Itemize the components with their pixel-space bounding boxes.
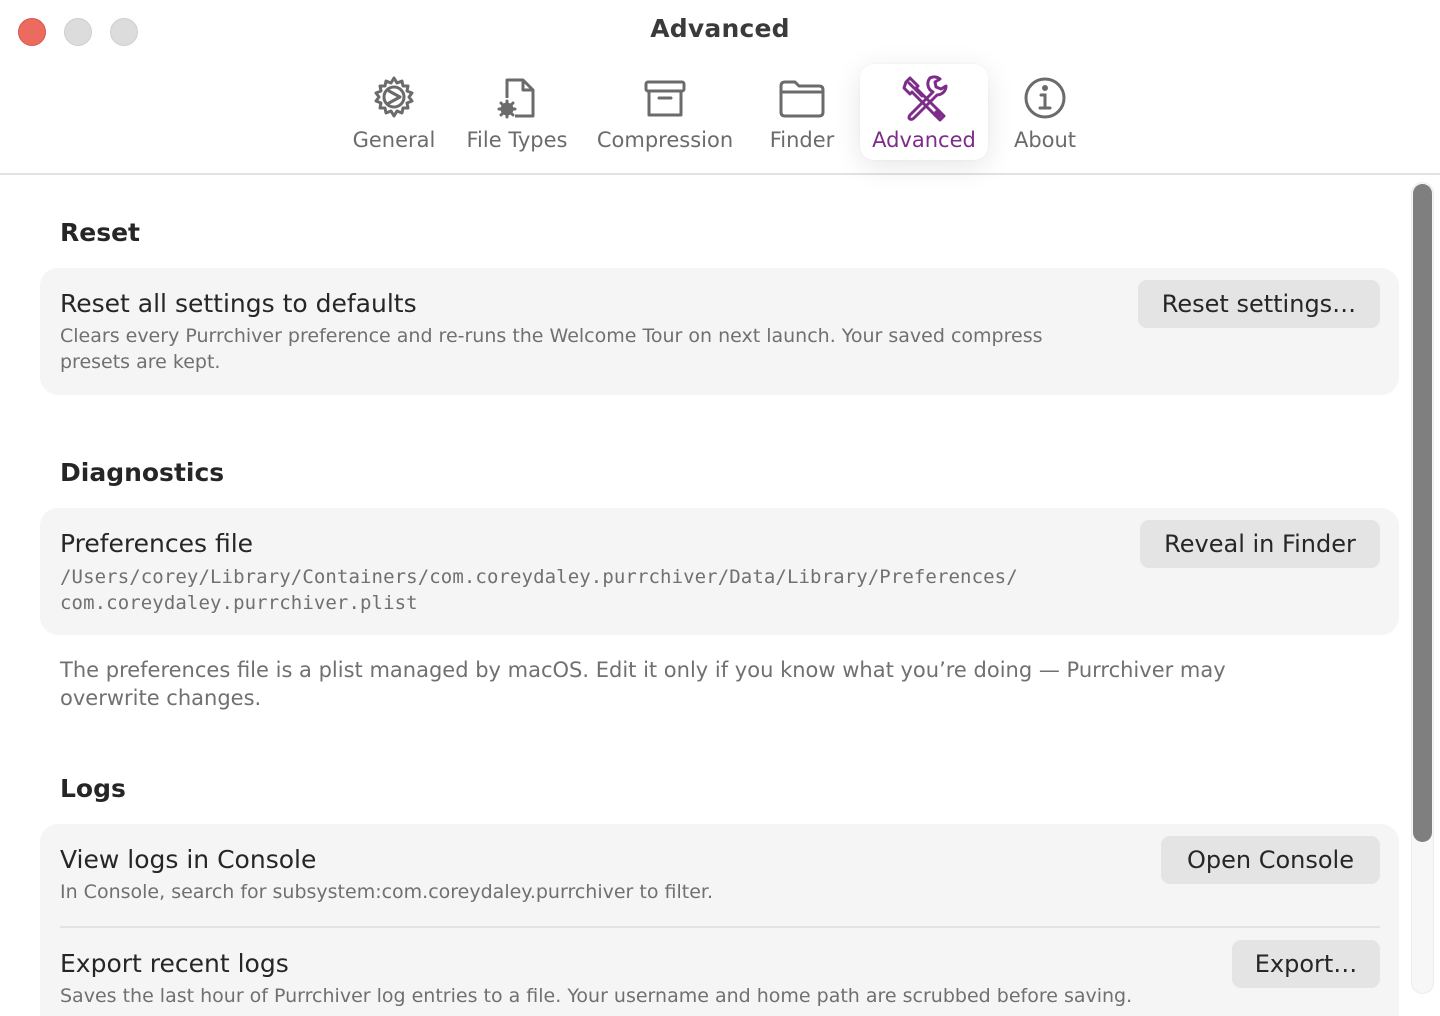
logs-card: View logs in Console In Console, search … — [40, 824, 1399, 1016]
tab-compression[interactable]: Compression — [590, 64, 740, 160]
reveal-in-finder-button[interactable]: Reveal in Finder — [1140, 520, 1380, 568]
scrollbar-thumb[interactable] — [1413, 184, 1432, 842]
wrench-screwdriver-icon — [898, 72, 950, 124]
window-title: Advanced — [650, 14, 790, 43]
row-title: View logs in Console — [60, 845, 317, 874]
export-logs-button[interactable]: Export… — [1232, 940, 1380, 988]
row-title: Preferences file — [60, 529, 254, 558]
archive-box-icon — [639, 72, 691, 124]
tab-finder[interactable]: Finder — [760, 64, 844, 160]
open-console-button[interactable]: Open Console — [1161, 836, 1380, 884]
file-gear-icon — [491, 72, 543, 124]
tab-advanced[interactable]: Advanced — [860, 64, 988, 160]
section-title-diagnostics: Diagnostics — [60, 458, 225, 487]
export-logs-row: Export recent logs Saves the last hour o… — [40, 928, 1399, 1016]
folder-icon — [776, 72, 828, 124]
preferences-tabs: General File Types Compression Finder Ad… — [0, 64, 1440, 160]
window-toolbar: Advanced General File Types Compression … — [0, 0, 1440, 175]
gear-icon — [368, 72, 420, 124]
row-description: Saves the last hour of Purrchiver log en… — [60, 985, 1133, 1007]
tab-label: File Types — [466, 128, 568, 152]
reset-card: Reset all settings to defaults Clears ev… — [40, 268, 1399, 395]
reset-settings-row: Reset all settings to defaults Clears ev… — [40, 268, 1399, 395]
diagnostics-card: Preferences file /Users/corey/Library/Co… — [40, 508, 1399, 635]
tab-label: General — [352, 128, 436, 152]
tab-label: Compression — [596, 128, 734, 152]
reset-settings-button[interactable]: Reset settings… — [1138, 280, 1380, 328]
preferences-path-line-1: /Users/corey/Library/Containers/com.core… — [60, 566, 1018, 588]
section-title-reset: Reset — [60, 218, 140, 247]
info-circle-icon — [1019, 72, 1071, 124]
row-description: In Console, search for subsystem:com.cor… — [60, 881, 713, 903]
tab-label: Finder — [769, 128, 835, 152]
tab-file-types[interactable]: File Types — [458, 64, 576, 160]
preferences-path-line-2: com.coreydaley.purrchiver.plist — [60, 592, 418, 614]
view-logs-row: View logs in Console In Console, search … — [40, 824, 1399, 927]
section-title-logs: Logs — [60, 774, 126, 803]
tab-label: About — [1013, 128, 1077, 152]
row-title: Reset all settings to defaults — [60, 289, 417, 318]
tab-label: Advanced — [872, 128, 976, 152]
preferences-note: The preferences file is a plist managed … — [60, 658, 1226, 710]
row-description: Clears every Purrchiver preference and r… — [60, 325, 1043, 373]
tab-about[interactable]: About — [1004, 64, 1086, 160]
row-title: Export recent logs — [60, 949, 289, 978]
preferences-file-row: Preferences file /Users/corey/Library/Co… — [40, 508, 1399, 635]
tab-general[interactable]: General — [346, 64, 442, 160]
